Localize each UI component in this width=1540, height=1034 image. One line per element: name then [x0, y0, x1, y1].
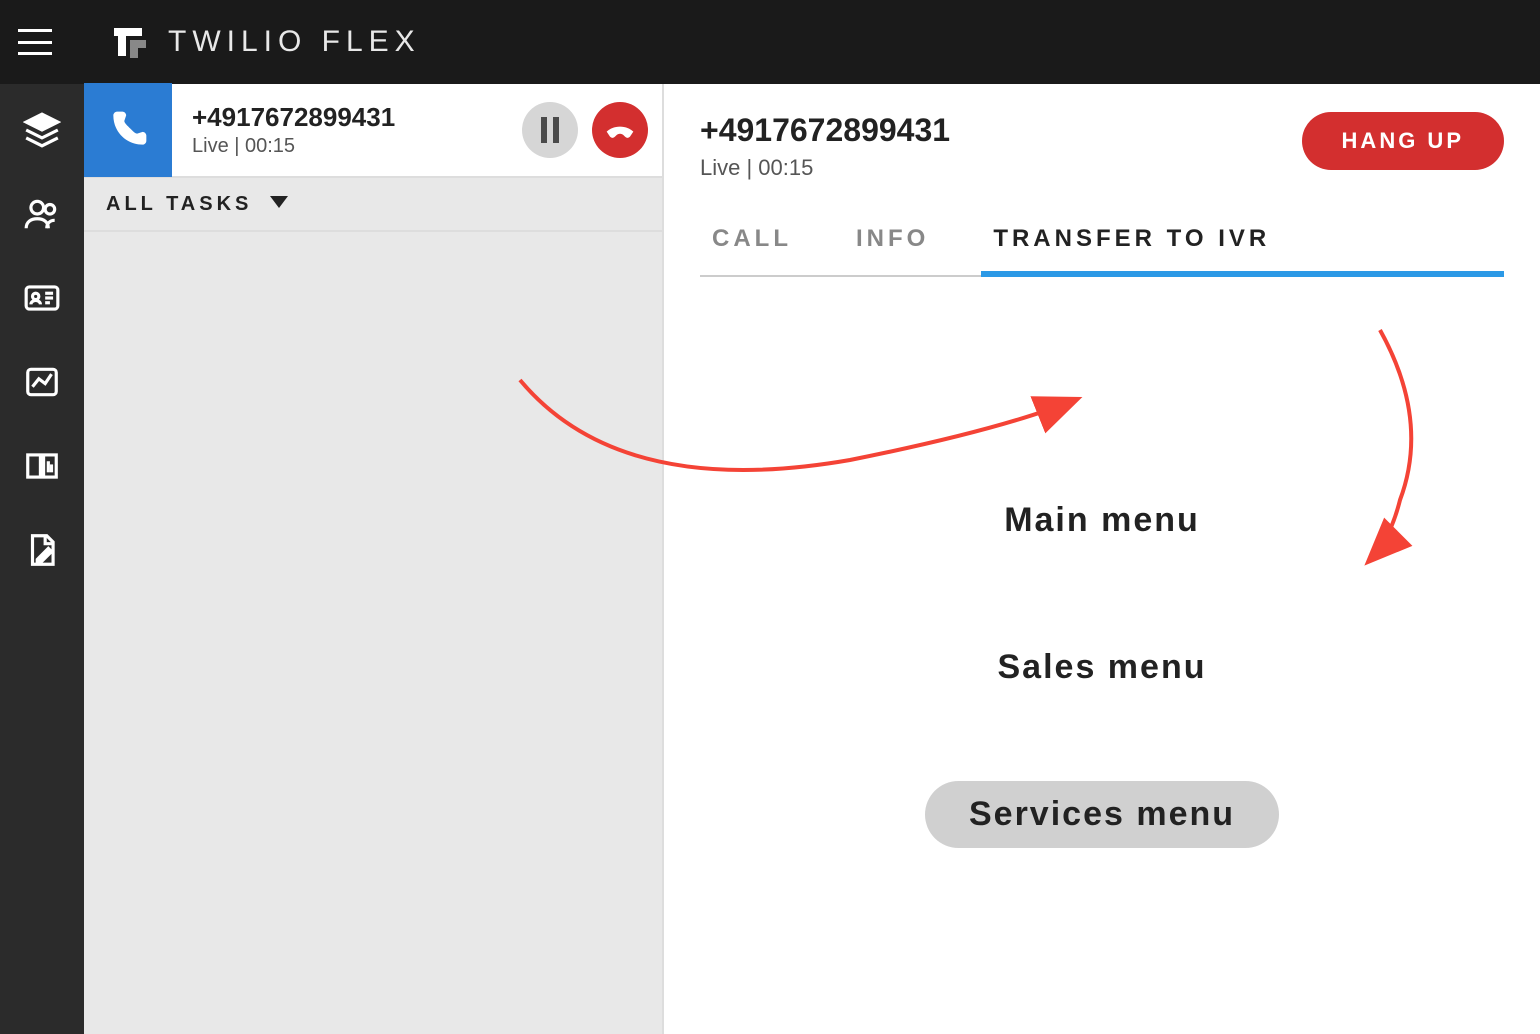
- nav-chart-icon[interactable]: [20, 360, 64, 404]
- detail-phone-number: +4917672899431: [700, 112, 950, 149]
- nav-id-card-icon[interactable]: [20, 276, 64, 320]
- phone-icon: [84, 83, 172, 177]
- app-title: TWILIO FLEX: [168, 25, 421, 59]
- detail-status-line: Live | 00:15: [700, 155, 950, 181]
- nav-panels-icon[interactable]: [20, 444, 64, 488]
- ivr-option-sales-menu[interactable]: Sales menu: [954, 634, 1251, 701]
- hangup-button[interactable]: HANG UP: [1302, 112, 1504, 170]
- task-phone-number: +4917672899431: [192, 102, 522, 133]
- app-logo: TWILIO FLEX: [112, 24, 421, 60]
- ivr-options-list: Main menu Sales menu Services menu: [700, 487, 1504, 848]
- nav-layers-icon[interactable]: [20, 108, 64, 152]
- side-nav: [0, 84, 84, 1034]
- twilio-logo-icon: [112, 24, 148, 60]
- ivr-option-main-menu[interactable]: Main menu: [960, 487, 1244, 554]
- chevron-down-icon: [270, 195, 288, 213]
- task-card[interactable]: +4917672899431 Live | 00:15: [84, 84, 662, 178]
- tasks-column: +4917672899431 Live | 00:15 ALL TASKS: [84, 84, 664, 1034]
- task-info: +4917672899431 Live | 00:15: [172, 102, 522, 158]
- pause-icon: [539, 117, 561, 143]
- nav-edit-doc-icon[interactable]: [20, 528, 64, 572]
- tab-transfer-to-ivr[interactable]: TRANSFER TO IVR: [981, 225, 1504, 277]
- ivr-option-services-menu[interactable]: Services menu: [925, 781, 1279, 848]
- pause-button[interactable]: [522, 102, 578, 158]
- tasks-filter-label: ALL TASKS: [106, 193, 252, 216]
- tab-info[interactable]: INFO: [844, 225, 941, 275]
- nav-people-icon[interactable]: [20, 192, 64, 236]
- tasks-filter-dropdown[interactable]: ALL TASKS: [84, 178, 662, 232]
- tab-call[interactable]: CALL: [700, 225, 804, 275]
- topbar: TWILIO FLEX: [0, 0, 1540, 84]
- menu-icon[interactable]: [18, 29, 52, 55]
- task-status-line: Live | 00:15: [192, 135, 522, 158]
- hangup-icon: [600, 110, 640, 150]
- tabs: CALL INFO TRANSFER TO IVR: [700, 225, 1504, 277]
- hangup-icon-button[interactable]: [592, 102, 648, 158]
- detail-panel: +4917672899431 Live | 00:15 HANG UP CALL…: [664, 84, 1540, 1034]
